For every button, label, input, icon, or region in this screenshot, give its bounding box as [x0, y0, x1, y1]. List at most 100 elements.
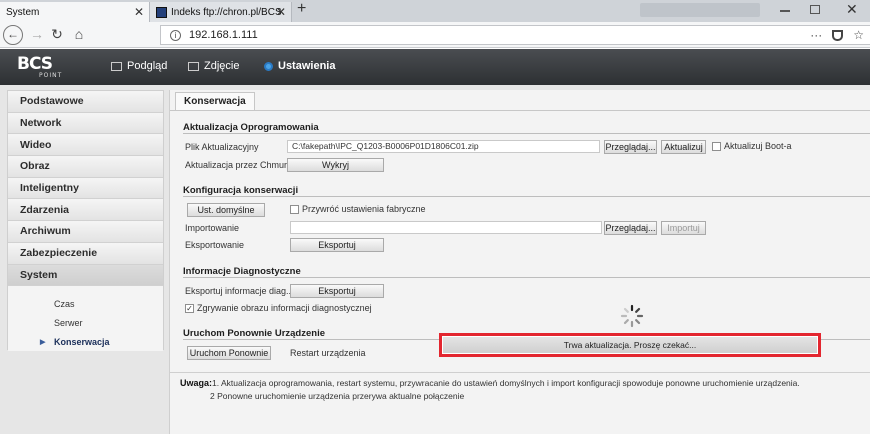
window-close-icon[interactable]: ✕ — [846, 1, 858, 18]
nav-label: Zdjęcie — [204, 60, 240, 72]
sidebar-item-intelligent[interactable]: Inteligentny — [8, 177, 163, 200]
note-line-1: 1. Aktualizacja oprogramowania, restart … — [212, 378, 800, 388]
nav-settings[interactable]: Ustawienia — [264, 60, 335, 72]
page-favicon-icon — [156, 6, 167, 18]
note-title: Uwaga: — [180, 378, 213, 388]
export-diag-button[interactable]: Eksportuj — [290, 284, 384, 298]
sidebar-item-archive[interactable]: Archiwum — [8, 221, 163, 243]
url-text[interactable]: 192.168.1.111 — [189, 29, 258, 41]
sidebar-item-label: Wideo — [20, 138, 52, 151]
diag-capture-label: Zgrywanie obrazu informacji diagnostyczn… — [197, 303, 372, 313]
section-title-firmware: Aktualizacja Oprogramowania — [183, 122, 319, 133]
browser-tab-bar: System ✕ Indeks ftp://chron.pl/BCS/FIRM … — [0, 0, 870, 22]
loading-spinner-icon — [620, 304, 644, 328]
label-cloud-update: Aktualizacja przez Chmure — [185, 160, 293, 170]
pocket-icon[interactable] — [832, 30, 844, 41]
sidebar-subitem-time[interactable]: Czas — [8, 294, 163, 313]
sidebar-item-label: Inteligentny — [20, 182, 79, 195]
page-actions-icon[interactable]: ··· — [810, 28, 822, 42]
minimize-icon[interactable] — [780, 10, 790, 12]
factory-reset-label: Przywróć ustawienia fabryczne — [302, 204, 426, 214]
home-icon[interactable]: ⌂ — [70, 26, 88, 42]
label-export: Eksportowanie — [185, 240, 245, 250]
label-reboot: Restart urządzenia — [290, 348, 366, 358]
bookmark-star-icon[interactable]: ☆ — [853, 28, 864, 42]
update-progress-bar: Trwa aktualizacja. Proszę czekać... — [439, 333, 821, 357]
close-tab-icon[interactable]: ✕ — [134, 5, 144, 19]
import-file-field[interactable] — [290, 221, 602, 234]
new-tab-icon[interactable]: + — [297, 0, 306, 18]
section-title-diagnostics: Informacje Diagnostyczne — [183, 266, 301, 277]
update-button[interactable]: Aktualizuj — [661, 140, 706, 154]
browser-nav-bar: ← → ↻ ⌂ i 192.168.1.111 ··· ☆ — [0, 22, 870, 48]
nav-snapshot[interactable]: Zdjęcie — [188, 60, 239, 72]
sidebar-item-network[interactable]: Network — [8, 112, 163, 135]
export-config-button[interactable]: Eksportuj — [290, 238, 384, 252]
reload-icon[interactable]: ↻ — [48, 26, 66, 43]
subitem-label: Konserwacja — [54, 336, 110, 347]
nav-label: Podgląd — [127, 60, 168, 72]
sidebar-item-label: Archiwum — [20, 225, 71, 238]
boot-update-label: Aktualizuj Boot-a — [724, 141, 792, 151]
section-divider — [183, 196, 870, 197]
sidebar-item-system[interactable]: System — [8, 264, 163, 287]
logo-text: BCS — [17, 54, 53, 74]
sidebar-item-label: Obraz — [20, 160, 50, 173]
label-update-file: Plik Aktualizacyjny — [185, 142, 259, 152]
sidebar-item-label: Zabezpieczenie — [20, 247, 98, 260]
factory-reset-checkbox[interactable] — [290, 205, 299, 214]
section-divider — [183, 277, 870, 278]
browse-file-button[interactable]: Przeglądaj... — [604, 140, 657, 154]
update-file-field[interactable]: C:\fakepath\IPC_Q1203-B0006P01D1806C01.z… — [287, 140, 600, 153]
note-line-2: 2 Ponowne uruchomienie urządzenia przery… — [210, 391, 465, 401]
note-block: Uwaga:1. Aktualizacja oprogramowania, re… — [180, 377, 800, 403]
sidebar-item-security[interactable]: Zabezpieczenie — [8, 242, 163, 265]
back-arrow-icon[interactable]: ← — [3, 25, 23, 45]
system-submenu: Czas Serwer ▶ Konserwacja — [8, 286, 163, 352]
gear-icon — [264, 61, 273, 71]
browser-tab-ftp[interactable]: Indeks ftp://chron.pl/BCS/FIRM ✕ — [150, 2, 292, 22]
browser-tab-system[interactable]: System ✕ — [0, 2, 150, 22]
app-header: BCS POINT Podgląd Zdjęcie Ustawienia — [0, 49, 870, 85]
sidebar-subitem-maintenance[interactable]: ▶ Konserwacja — [8, 332, 163, 351]
sidebar-item-image[interactable]: Obraz — [8, 156, 163, 178]
defaults-button[interactable]: Ust. domyślne — [187, 203, 265, 217]
section-title-maintenance: Konfiguracja konserwacji — [183, 185, 299, 196]
blurred-region — [640, 3, 760, 17]
nav-label: Ustawienia — [278, 60, 336, 72]
settings-sidebar: Podstawowe Network Wideo Obraz Inteligen… — [7, 90, 164, 352]
note-divider — [170, 372, 870, 373]
detect-button[interactable]: Wykryj — [287, 158, 384, 172]
import-button[interactable]: Importuj — [661, 221, 706, 235]
image-icon — [188, 61, 199, 71]
tab-title: System — [6, 6, 40, 18]
section-divider — [183, 133, 870, 134]
sidebar-item-label: Network — [20, 117, 62, 130]
forward-arrow-icon[interactable]: → — [28, 26, 46, 42]
caret-right-icon: ▶ — [40, 338, 46, 346]
tab-maintenance[interactable]: Konserwacja — [175, 92, 255, 110]
boot-update-checkbox[interactable] — [712, 142, 721, 151]
bcs-logo: BCS POINT — [17, 54, 71, 80]
subitem-label: Serwer — [54, 317, 83, 328]
tab-title: Indeks ftp://chron.pl/BCS/FIRM — [171, 6, 281, 18]
sidebar-item-label: Podstawowe — [20, 95, 84, 108]
tab-divider — [170, 110, 870, 111]
sidebar-item-basic[interactable]: Podstawowe — [8, 91, 163, 113]
diag-capture-checkbox[interactable]: ✓ — [185, 304, 194, 313]
monitor-icon — [111, 61, 122, 71]
sidebar-item-video[interactable]: Wideo — [8, 134, 163, 157]
nav-preview[interactable]: Podgląd — [111, 60, 167, 72]
progress-text: Trwa aktualizacja. Proszę czekać... — [443, 337, 817, 353]
import-browse-button[interactable]: Przeglądaj... — [604, 221, 657, 235]
label-export-diag: Eksportuj informacje diag... — [185, 286, 294, 296]
reboot-button[interactable]: Uruchom Ponownie — [187, 346, 271, 360]
sidebar-item-events[interactable]: Zdarzenia — [8, 199, 163, 222]
maximize-icon[interactable] — [810, 5, 820, 14]
address-bar[interactable]: i 192.168.1.111 ··· ☆ — [160, 25, 870, 45]
site-info-icon[interactable]: i — [170, 29, 181, 41]
sidebar-item-label: Zdarzenia — [20, 203, 70, 216]
sidebar-subitem-server[interactable]: Serwer — [8, 313, 163, 332]
close-tab-icon[interactable]: ✕ — [276, 5, 286, 19]
section-title-reboot: Uruchom Ponownie Urządzenie — [183, 328, 325, 339]
